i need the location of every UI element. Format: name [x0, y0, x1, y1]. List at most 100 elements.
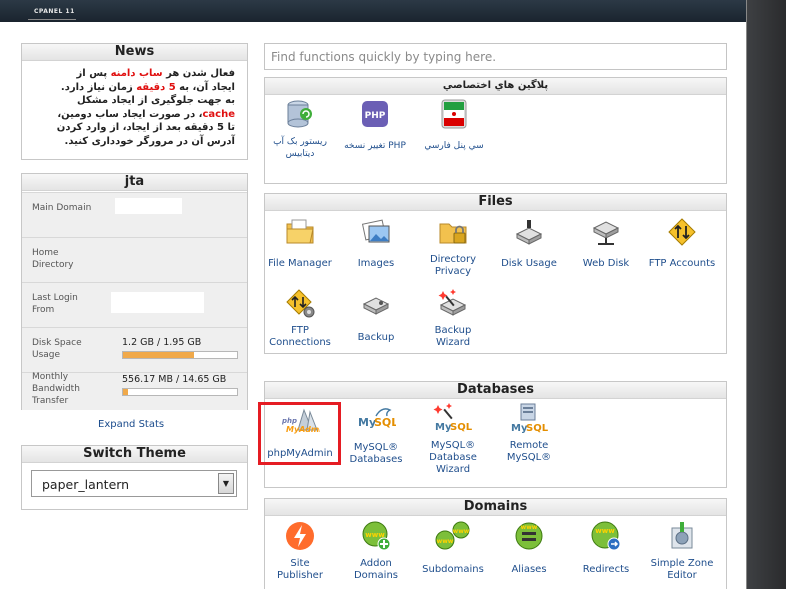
files-title: Files — [265, 194, 726, 211]
home-dir-label: Home Directory — [32, 248, 74, 270]
svg-text:SQL: SQL — [526, 423, 549, 434]
backup-item[interactable]: Backup — [339, 290, 413, 344]
backup-wizard-icon — [438, 289, 467, 316]
main-domain-label: Main Domain — [32, 203, 92, 213]
directory-privacy-label: Directory Privacy — [429, 254, 477, 277]
remote-mysql-label: Remote MySQL® — [506, 440, 552, 463]
switch-theme-title: Switch Theme — [22, 446, 247, 463]
theme-select-value: paper_lantern — [42, 477, 130, 492]
backup-label: Backup — [357, 332, 395, 343]
phpmyadmin-highlight — [258, 402, 341, 465]
expand-stats-link[interactable]: Expand Stats — [98, 419, 164, 430]
addon-domains-item[interactable]: www Addon Domains — [339, 520, 413, 582]
persian-cpanel-label: سي پنل فارسي — [424, 141, 484, 151]
php-version-label: PHP تغییر نسخه — [344, 141, 406, 151]
news-text: فعال شدن هر ساب دامنه پس از ایجاد آن، به… — [56, 68, 235, 147]
svg-text:PHP: PHP — [365, 111, 386, 121]
aliases-icon: www — [515, 522, 543, 550]
disk-usage-item[interactable]: Disk Usage — [492, 216, 566, 270]
subdomains-icon: www www — [435, 521, 470, 550]
stat-row-last-login: Last Login From — [22, 282, 247, 327]
mysql-wizard-item[interactable]: My SQL MySQL® Database Wizard — [416, 402, 490, 476]
bandwidth-label: Monthly Bandwidth Transfer — [32, 372, 80, 406]
ftp-connections-icon — [286, 289, 315, 318]
site-publisher-label: Site Publisher — [277, 558, 323, 581]
chevron-down-icon[interactable]: ▼ — [218, 473, 234, 494]
svg-text:www: www — [437, 538, 454, 545]
db-restore-label: ریستور بک آپ دیتابیس — [273, 137, 327, 159]
disk-value: 1.2 GB / 1.95 GB — [122, 337, 202, 348]
svg-text:www: www — [595, 527, 615, 535]
mysql-wizard-icon: My SQL — [433, 403, 473, 433]
folder-icon — [286, 219, 314, 244]
images-item[interactable]: Images — [339, 216, 413, 270]
plugins-title: پلاگین هاي اختصاصي — [265, 78, 726, 95]
aliases-label: Aliases — [511, 564, 547, 575]
directory-privacy-item[interactable]: Directory Privacy — [416, 216, 490, 278]
site-publisher-item[interactable]: Site Publisher — [263, 520, 337, 582]
backup-wizard-item[interactable]: Backup Wizard — [416, 287, 490, 349]
ftp-accounts-item[interactable]: FTP Accounts — [645, 216, 719, 270]
svg-text:SQL: SQL — [374, 416, 396, 429]
backup-wizard-label: Backup Wizard — [434, 325, 472, 348]
zone-editor-item[interactable]: Simple Zone Editor — [645, 520, 719, 582]
mysql-icon: My SQL — [358, 408, 398, 429]
addon-domains-label: Addon Domains — [353, 558, 398, 581]
stats-title: jta — [22, 174, 247, 191]
remote-mysql-item[interactable]: My SQL Remote MySQL® — [492, 402, 566, 464]
mysql-databases-label: MySQL® Databases — [349, 442, 403, 465]
addon-domains-icon: www — [362, 521, 391, 551]
redirects-label: Redirects — [582, 564, 630, 575]
remote-mysql-icon: My SQL — [511, 403, 549, 434]
database-restore-icon — [287, 100, 312, 128]
search-input[interactable] — [265, 44, 726, 69]
main-domain-value — [115, 198, 182, 214]
domains-title: Domains — [265, 499, 726, 516]
search-box[interactable] — [264, 43, 727, 70]
zone-editor-icon — [671, 522, 693, 549]
stats-panel: jta Main Domain Home Directory Last Logi… — [21, 173, 248, 410]
db-restore-item[interactable]: ریستور بک آپ دیتابیس — [263, 98, 337, 160]
mysql-databases-item[interactable]: My SQL MySQL® Databases — [339, 404, 413, 466]
ftp-connections-label: FTP Connections — [269, 325, 331, 348]
zone-editor-label: Simple Zone Editor — [650, 558, 714, 581]
bandwidth-fill — [123, 389, 128, 395]
disk-usage-label: Disk Usage — [501, 258, 557, 269]
brand-logo: CPANEL 11 — [34, 8, 75, 15]
stat-row-disk: Disk Space Usage 1.2 GB / 1.95 GB — [22, 327, 247, 372]
news-panel: News فعال شدن هر ساب دامنه پس از ایجاد آ… — [21, 43, 248, 160]
svg-text:www: www — [453, 528, 470, 535]
news-title: News — [22, 44, 247, 61]
web-disk-item[interactable]: Web Disk — [569, 216, 643, 270]
ftp-accounts-label: FTP Accounts — [648, 258, 716, 269]
subdomains-item[interactable]: www www Subdomains — [416, 520, 490, 576]
bandwidth-value: 556.17 MB / 14.65 GB — [122, 374, 227, 385]
web-disk-icon — [592, 221, 620, 245]
mysql-wizard-label: MySQL® Database Wizard — [429, 440, 477, 475]
svg-text:SQL: SQL — [450, 422, 473, 433]
stat-row-main-domain: Main Domain — [22, 192, 247, 237]
ftp-connections-item[interactable]: FTP Connections — [263, 287, 337, 349]
php-icon: PHP — [362, 101, 388, 127]
disk-icon — [515, 220, 543, 245]
lock-folder-icon — [439, 223, 467, 244]
php-version-item[interactable]: PHP PHP تغییر نسخه — [338, 98, 412, 152]
file-manager-item[interactable]: File Manager — [263, 216, 337, 270]
subdomains-label: Subdomains — [422, 564, 484, 575]
redirects-item[interactable]: www Redirects — [569, 520, 643, 576]
ftp-accounts-icon — [668, 218, 696, 246]
svg-text:www: www — [521, 524, 538, 531]
aliases-item[interactable]: www Aliases — [492, 520, 566, 576]
disk-usage-fill — [123, 352, 194, 358]
backup-icon — [362, 297, 390, 315]
theme-select[interactable]: paper_lantern ▼ — [31, 470, 237, 497]
stat-row-home-dir: Home Directory — [22, 237, 247, 282]
last-login-value — [111, 292, 204, 313]
top-header-bar: CPANEL 11 — [0, 0, 786, 22]
brand-underline — [28, 19, 76, 20]
persian-cpanel-item[interactable]: سي پنل فارسي — [417, 98, 491, 152]
last-login-label: Last Login From — [32, 293, 78, 315]
images-icon — [361, 219, 390, 243]
web-disk-label: Web Disk — [582, 258, 630, 269]
right-sidebar-edge — [746, 0, 786, 589]
